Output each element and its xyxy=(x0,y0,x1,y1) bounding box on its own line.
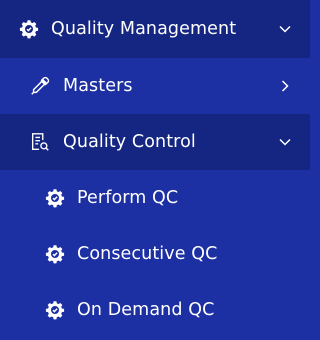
submenu-item-perform-qc[interactable]: Perform QC xyxy=(0,170,310,226)
menu-item-masters[interactable]: Masters xyxy=(0,58,310,114)
submenu-item-label: Consecutive QC xyxy=(77,244,218,264)
menu-group-label: Quality Management xyxy=(51,19,237,39)
sidebar-menu: Quality Management Masters Quality Contr… xyxy=(0,0,310,340)
gear-icon xyxy=(44,187,66,209)
menu-item-label: Quality Control xyxy=(63,132,196,152)
gear-icon xyxy=(44,299,66,321)
menu-item-label: Masters xyxy=(63,76,133,96)
submenu-item-on-demand-qc[interactable]: On Demand QC xyxy=(0,282,310,338)
gear-icon xyxy=(44,243,66,265)
submenu-item-label: On Demand QC xyxy=(77,300,215,320)
submenu-item-label: Perform QC xyxy=(77,188,179,208)
chevron-right-icon xyxy=(278,79,292,93)
submenu-item-consecutive-qc[interactable]: Consecutive QC xyxy=(0,226,310,282)
report-search-icon xyxy=(29,131,51,153)
chevron-down-icon xyxy=(278,22,292,36)
menu-item-quality-control[interactable]: Quality Control xyxy=(0,114,310,170)
chevron-down-icon xyxy=(278,135,292,149)
gear-icon xyxy=(18,18,40,40)
pipette-icon xyxy=(29,75,51,97)
menu-group-quality-management[interactable]: Quality Management xyxy=(0,0,310,58)
